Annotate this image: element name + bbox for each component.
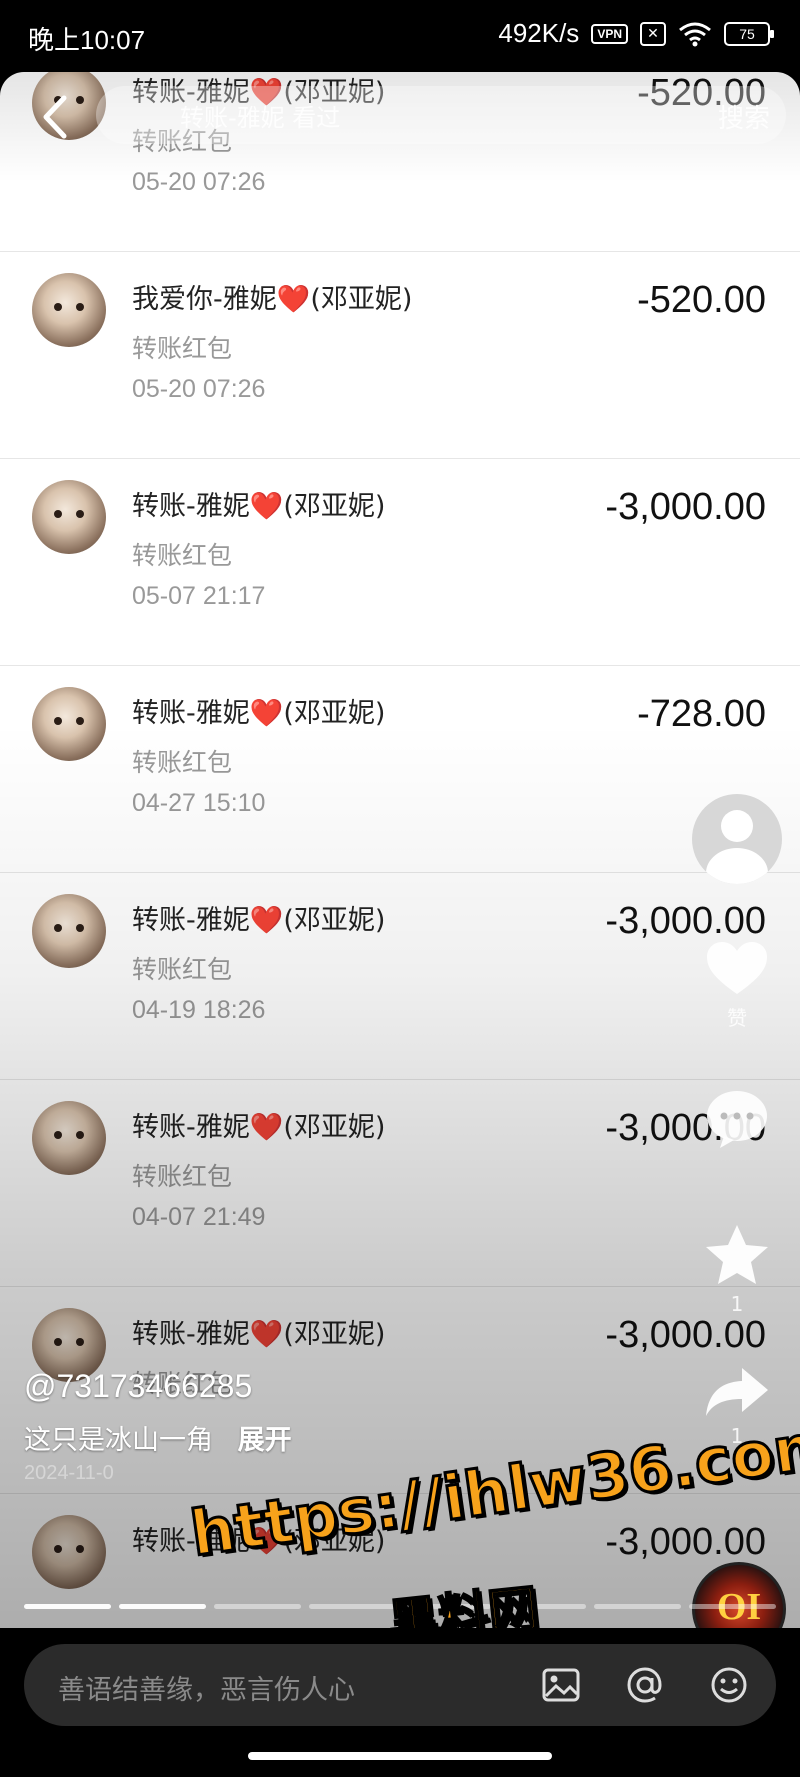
post-caption: 这只是冰山一角 展开 (24, 1418, 292, 1457)
sim-icon: ✕ (640, 21, 666, 46)
home-indicator[interactable] (248, 1752, 552, 1760)
transaction-amount: -3,000.00 (605, 1521, 766, 1563)
transaction-amount: -3,000.00 (605, 1314, 766, 1356)
favorite-button[interactable]: 1 (700, 1222, 774, 1316)
header-title: 转账-雅妮 看过 (180, 104, 341, 132)
author-avatar[interactable] (692, 794, 782, 884)
cat-avatar (32, 687, 106, 761)
battery-icon: 75 (724, 21, 774, 46)
cat-avatar (32, 1515, 106, 1589)
progress-segment (309, 1604, 396, 1609)
transaction-type: 转账红包 (132, 1162, 233, 1191)
search-button[interactable]: 搜索 (718, 98, 770, 135)
comment-button[interactable] (700, 1088, 774, 1150)
transaction-type: 转账红包 (132, 541, 233, 570)
status-indicators: 492K/s VPN ✕ 75 (498, 18, 774, 49)
transaction-title: 我爱你-雅妮❤️(邓亚妮) (132, 284, 413, 315)
like-label: 赞 (727, 1006, 747, 1030)
transaction-title: 转账-雅妮❤️(邓亚妮) (132, 1319, 386, 1350)
transaction-time: 04-27 15:10 (132, 789, 266, 817)
transaction-amount: -520.00 (637, 279, 766, 321)
share-arrow-icon (706, 1368, 768, 1416)
caption-text: 这只是冰山一角 (24, 1425, 213, 1456)
author-handle[interactable]: @73173466285 (24, 1368, 252, 1405)
progress-segment (594, 1604, 681, 1609)
comment-icon (707, 1091, 767, 1148)
transaction-amount: -728.00 (637, 693, 766, 735)
transaction-row: 转账-雅妮❤️(邓亚妮) 转账红包 04-07 21:49 -3,000.00 (0, 1079, 800, 1287)
transaction-row: 转账-雅妮❤️(邓亚妮) 转账红包 04-27 15:10 -728.00 (0, 665, 800, 873)
cat-avatar (32, 1101, 106, 1175)
transaction-type: 转账红包 (132, 334, 233, 363)
transaction-row: 转账-雅妮❤️(邓亚妮) 转账红包 04-19 18:26 -3,000.00 (0, 872, 800, 1080)
transaction-row: 我爱你-雅妮❤️(邓亚妮) 转账红包 05-20 07:26 -520.00 (0, 251, 800, 459)
transaction-title: 转账-雅妮❤️(邓亚妮) (132, 1526, 386, 1557)
transaction-time: 05-07 21:17 (132, 582, 266, 610)
transaction-amount: -3,000.00 (605, 486, 766, 528)
progress-segment (119, 1604, 206, 1609)
expand-button[interactable]: 展开 (238, 1425, 292, 1456)
emoji-icon[interactable] (708, 1664, 750, 1706)
transaction-title: 转账-雅妮❤️(邓亚妮) (132, 1112, 386, 1143)
favorite-count: 1 (730, 1292, 744, 1316)
progress-segment (214, 1604, 301, 1609)
transaction-title: 转账-雅妮❤️(邓亚妮) (132, 905, 386, 936)
back-arrow-icon[interactable] (36, 92, 76, 142)
transaction-title: 转账-雅妮❤️(邓亚妮) (132, 698, 386, 729)
transaction-time: 05-20 07:26 (132, 168, 266, 196)
vpn-icon: VPN (591, 23, 628, 44)
progress-segment (689, 1604, 776, 1609)
comment-input[interactable]: 善语结善缘，恶言伤人心 (24, 1644, 776, 1726)
cat-avatar (32, 480, 106, 554)
cat-avatar (32, 273, 106, 347)
transaction-type: 转账红包 (132, 955, 233, 984)
video-progress[interactable] (24, 1604, 776, 1609)
star-icon (706, 1225, 768, 1284)
progress-segment (499, 1604, 586, 1609)
transaction-row: 转账-雅妮❤️(邓亚妮) 转账红包 05-07 21:17 -3,000.00 (0, 458, 800, 666)
heart-icon (707, 942, 767, 994)
progress-segment (404, 1604, 491, 1609)
status-bar: 晚上10:07 492K/s VPN ✕ 75 (0, 0, 800, 72)
progress-segment (24, 1604, 111, 1609)
network-speed: 492K/s (498, 18, 580, 48)
image-icon[interactable] (540, 1664, 582, 1706)
cat-avatar (32, 894, 106, 968)
transaction-title: 转账-雅妮❤️(邓亚妮) (132, 491, 386, 522)
status-time: 晚上10:07 (28, 25, 146, 55)
comment-placeholder: 善语结善缘，恶言伤人心 (58, 1675, 355, 1706)
share-button[interactable]: 1 (700, 1364, 774, 1448)
like-button[interactable]: 赞 (700, 940, 774, 1031)
mention-icon[interactable] (624, 1664, 666, 1706)
transaction-time: 04-19 18:26 (132, 996, 266, 1024)
share-count: 1 (730, 1424, 744, 1448)
transaction-time: 04-07 21:49 (132, 1203, 266, 1231)
transaction-amount: -3,000.00 (605, 900, 766, 942)
transaction-type: 转账红包 (132, 748, 233, 777)
transaction-time: 05-20 07:26 (132, 375, 266, 403)
post-date: 2024-11-0 (24, 1462, 114, 1484)
wifi-icon (679, 22, 711, 46)
